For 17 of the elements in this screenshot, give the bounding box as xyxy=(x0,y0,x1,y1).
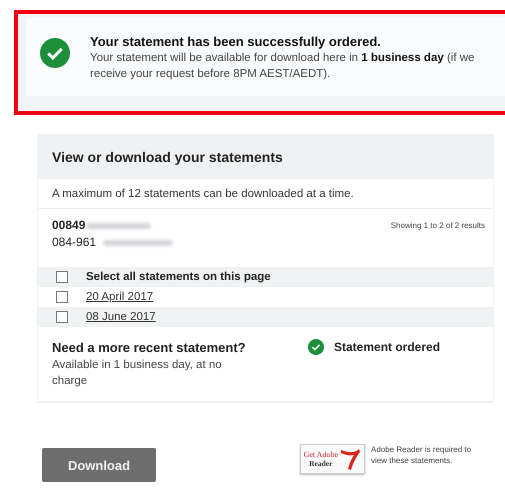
alert-message: Your statement will be available for download here in 1 business day (if we receive your request before 8PM AEST/AEDT). xyxy=(90,51,476,82)
statement-link[interactable]: 20 April 2017 xyxy=(86,291,154,304)
recent-statement-title: Need a more recent statement? xyxy=(52,339,247,358)
order-status: Statement ordered xyxy=(334,340,440,354)
recent-statement-detail: Available in 1 business day, at no charge xyxy=(52,358,223,390)
account-number: 00849 xyxy=(52,217,86,234)
adobe-reader-note: Adobe Reader is required to view these statements. xyxy=(371,444,472,466)
alert-title: Your statement has been successfully ordered. xyxy=(90,34,382,49)
results-count: Showing 1 to 2 of 2 results xyxy=(390,221,485,230)
checkbox[interactable] xyxy=(56,291,68,304)
checkbox[interactable] xyxy=(56,311,68,324)
checkbox[interactable] xyxy=(56,271,68,284)
panel-heading: View or download your statements xyxy=(38,135,493,180)
select-all-label: Select all statements on this page xyxy=(86,271,271,284)
download-limit-note: A maximum of 12 statements can be downloaded at a time. xyxy=(38,179,493,210)
statement-link[interactable]: 08 June 2017 xyxy=(86,311,156,324)
bsb-number: 084-961 xyxy=(52,234,96,252)
